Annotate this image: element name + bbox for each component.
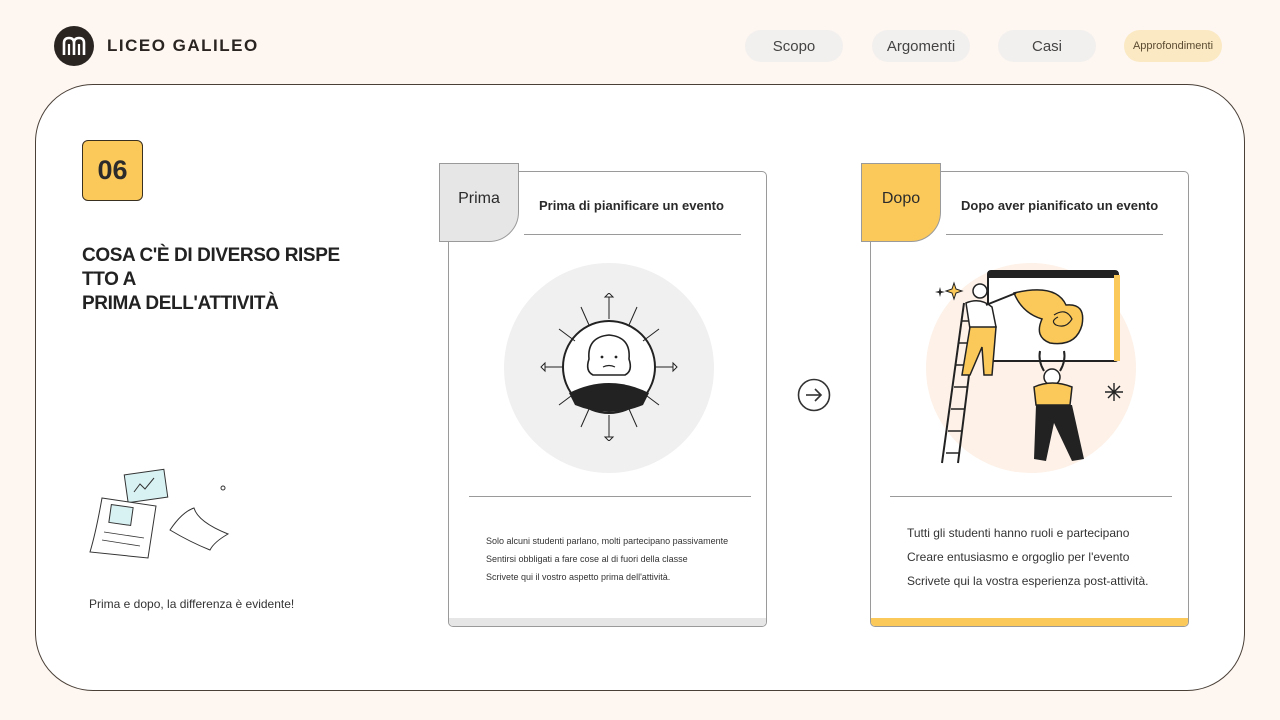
- after-divider-top: [946, 234, 1163, 235]
- slide-title-line-1: COSA C'È DI DIVERSO RISPE: [82, 245, 340, 266]
- after-item-1: Tutti gli studenti hanno ruoli e parteci…: [907, 526, 1130, 540]
- slide-title-line-3: PRIMA DELL'ATTIVITÀ: [82, 293, 279, 314]
- before-tab: Prima: [439, 163, 519, 242]
- papers-illustration: [89, 468, 230, 559]
- before-item-3: Scrivete qui il vostro aspetto prima del…: [486, 572, 671, 582]
- slide-title: COSA C'È DI DIVERSO RISPE TTO A PRIMA DE…: [82, 244, 362, 316]
- nav-scopo[interactable]: Scopo: [745, 30, 843, 62]
- after-item-3: Scrivete qui la vostra esperienza post-a…: [907, 574, 1149, 588]
- after-divider-bottom: [890, 496, 1172, 497]
- after-tab: Dopo: [861, 163, 941, 242]
- before-tab-label: Prima: [458, 189, 500, 207]
- teamwork-illustration: [935, 270, 1123, 464]
- before-heading: Prima di pianificare un evento: [539, 198, 724, 213]
- arrow-right-circle-icon[interactable]: [797, 378, 831, 412]
- before-divider-top: [524, 234, 741, 235]
- nav-argomenti[interactable]: Argomenti: [872, 30, 970, 62]
- after-heading: Dopo aver pianificato un evento: [961, 198, 1159, 213]
- after-card-footer: [871, 618, 1188, 626]
- before-card-footer: [449, 618, 766, 626]
- nav-approfondimenti[interactable]: Approfondimenti: [1124, 30, 1222, 62]
- before-item-2: Sentirsi obbligati a fare cose al di fuo…: [486, 554, 688, 564]
- slide-number: 06: [82, 140, 143, 201]
- slide-page: LICEO GALILEO Scopo Argomenti Casi Appro…: [0, 0, 1280, 720]
- before-divider-bottom: [469, 496, 751, 497]
- slide-title-line-2: TTO A: [82, 269, 136, 290]
- before-item-1: Solo alcuni studenti parlano, molti part…: [486, 536, 729, 546]
- after-item-2: Creare entusiasmo e orgoglio per l'event…: [907, 550, 1130, 564]
- brand-name: LICEO GALILEO: [107, 36, 259, 55]
- nav-casi[interactable]: Casi: [998, 30, 1096, 62]
- after-list: Tutti gli studenti hanno ruoli e parteci…: [907, 521, 1148, 593]
- before-list: Solo alcuni studenti parlano, molti part…: [486, 532, 728, 586]
- logo-icon[interactable]: [54, 26, 94, 66]
- after-tab-label: Dopo: [881, 189, 921, 207]
- stressed-person-illustration: [540, 293, 678, 441]
- slide-caption: Prima e dopo, la differenza è evidente!: [89, 597, 295, 611]
